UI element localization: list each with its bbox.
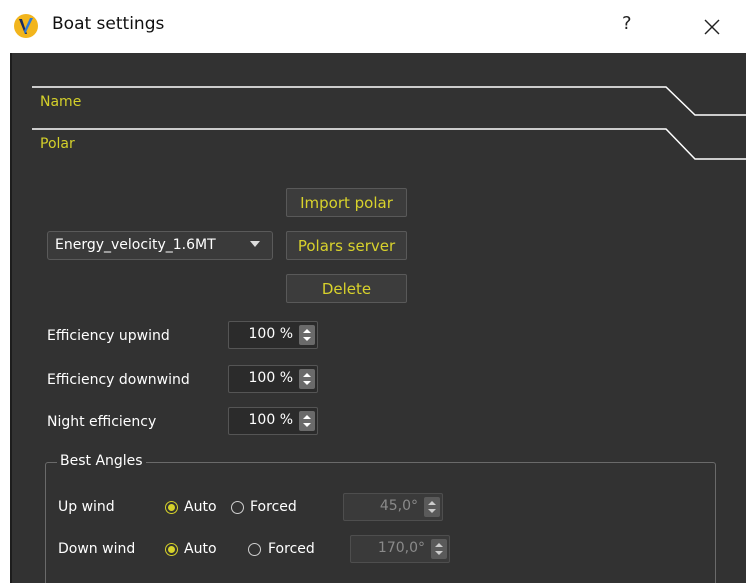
best-angles-group [45,462,716,583]
dialog-body: Name Polar Import polar Energy_velocity_… [10,53,746,583]
downwind-auto-radio[interactable] [165,543,178,556]
polar-select[interactable]: Energy_velocity_1.6MT [47,231,273,260]
upwind-forced-label[interactable]: Forced [250,499,297,515]
window-title: Boat settings [52,14,165,34]
spinner-arrows-icon[interactable] [299,411,315,431]
close-icon[interactable] [702,17,722,37]
import-polar-button[interactable]: Import polar [286,188,407,217]
section-name-header[interactable]: Name [40,94,81,110]
section-polar-header[interactable]: Polar [40,136,75,152]
efficiency-downwind-label: Efficiency downwind [47,372,190,388]
app-logo-icon [14,14,38,38]
downwind-label: Down wind [58,541,136,557]
upwind-auto-radio[interactable] [165,501,178,514]
efficiency-upwind-spinbox[interactable]: 100 % [228,321,318,349]
efficiency-upwind-value: 100 % [248,326,293,342]
polar-select-value: Energy_velocity_1.6MT [55,237,216,253]
help-button[interactable]: ? [622,13,632,34]
downwind-angle-value: 170,0° [377,540,425,556]
efficiency-downwind-value: 100 % [248,370,293,386]
upwind-forced-radio[interactable] [231,501,244,514]
title-bar: Boat settings ? [0,0,746,53]
upwind-angle-spinbox[interactable]: 45,0° [343,493,443,521]
delete-polar-button[interactable]: Delete [286,274,407,303]
upwind-auto-label[interactable]: Auto [184,499,217,515]
upwind-label: Up wind [58,499,115,515]
section-dividers [32,86,746,160]
spinner-arrows-icon[interactable] [431,539,447,559]
night-efficiency-value: 100 % [248,412,293,428]
polars-server-button[interactable]: Polars server [286,231,407,260]
efficiency-downwind-spinbox[interactable]: 100 % [228,365,318,393]
downwind-forced-label[interactable]: Forced [268,541,315,557]
best-angles-title: Best Angles [57,453,146,469]
downwind-auto-label[interactable]: Auto [184,541,217,557]
night-efficiency-label: Night efficiency [47,414,157,430]
night-efficiency-spinbox[interactable]: 100 % [228,407,318,435]
spinner-arrows-icon[interactable] [299,369,315,389]
downwind-forced-radio[interactable] [248,543,261,556]
efficiency-upwind-label: Efficiency upwind [47,328,170,344]
spinner-arrows-icon[interactable] [424,497,440,517]
chevron-down-icon [250,241,260,247]
spinner-arrows-icon[interactable] [299,325,315,345]
downwind-angle-spinbox[interactable]: 170,0° [350,535,450,563]
upwind-angle-value: 45,0° [379,498,418,514]
